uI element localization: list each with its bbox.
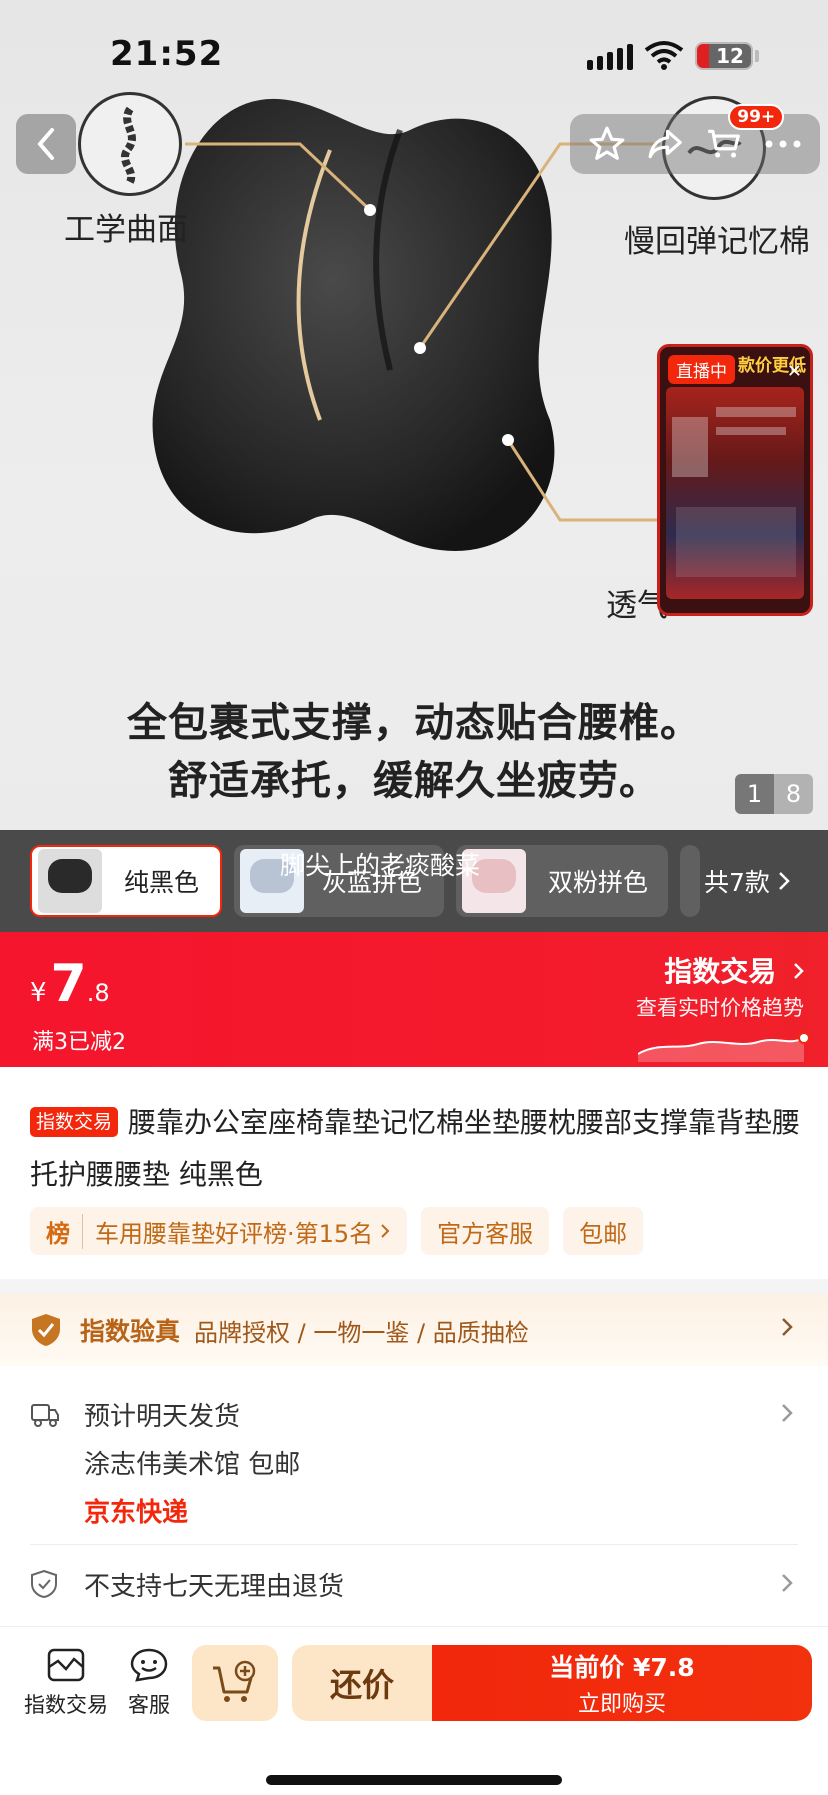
battery-level: 12 <box>709 44 751 68</box>
ranking-chip[interactable]: 榜 车用腰靠垫好评榜·第15名 <box>30 1207 408 1255</box>
chevron-right-icon[interactable] <box>780 1402 794 1424</box>
more-icon <box>765 140 801 148</box>
pager-current: 1 <box>735 774 774 814</box>
live-comment-overlay: 脚尖上的老痰酸菜 <box>280 851 481 880</box>
index-trade-link[interactable]: 指数交易 <box>664 950 806 990</box>
free-shipping-chip[interactable]: 包邮 <box>563 1207 644 1255</box>
index-trade-subtitle: 查看实时价格趋势 <box>636 996 804 1020</box>
chat-face-icon <box>130 1648 168 1682</box>
share-button[interactable] <box>642 120 690 168</box>
cart-button[interactable]: 99+ <box>700 104 785 168</box>
feature-label-left: 工学曲面 <box>64 212 188 248</box>
shipping-info: 预计明天发货 涂志伟美术馆 包邮 京东快递 不支持七天无理由退货 <box>0 1366 828 1626</box>
index-trade-tab-label: 指数交易 <box>24 1693 108 1717</box>
share-icon <box>648 129 682 159</box>
chevron-right-icon[interactable] <box>780 1572 794 1594</box>
cart-icon <box>708 129 741 158</box>
product-title: 指数交易 腰靠办公室座椅靠垫记忆棉坐垫腰枕腰部支撑靠背垫腰托护腰腰垫 纯黑色 <box>30 1097 810 1201</box>
index-trade-tag: 指数交易 <box>30 1107 119 1137</box>
bargain-button[interactable]: 还价 <box>292 1645 432 1721</box>
live-tag: 直播中 <box>668 355 735 384</box>
ranking-icon: 榜 <box>46 1213 83 1249</box>
authenticity-desc: 品牌授权 / 一物一鉴 / 品质抽检 <box>194 1318 529 1347</box>
variant-option-more[interactable] <box>680 845 700 917</box>
chevron-right-icon <box>381 1224 390 1238</box>
battery-icon: 12 <box>695 42 753 70</box>
product-title-text: 腰靠办公室座椅靠垫记忆棉坐垫腰枕腰部支撑靠背垫腰托护腰腰垫 纯黑色 <box>30 1106 801 1191</box>
ranking-text: 车用腰靠垫好评榜·第15名 <box>95 1219 374 1248</box>
customer-service-tab[interactable]: 客服 <box>128 1647 170 1719</box>
headline-line-2: 舒适承托，缓解久坐疲劳。 <box>168 758 660 804</box>
buy-now-button[interactable]: 当前价 ¥7.8 立即购买 <box>432 1645 812 1721</box>
chevron-right-icon <box>779 872 790 890</box>
storefront-icon <box>47 1648 85 1682</box>
product-detail-page: 工学曲面 慢回弹记忆棉 透气 全包裹式支撑，动态贴合腰椎。 舒适承托，缓解久坐疲… <box>0 0 828 1795</box>
index-trade-tab[interactable]: 指数交易 <box>24 1647 108 1719</box>
variant-count-button[interactable]: 共7款 <box>704 845 792 917</box>
shipping-origin: 涂志伟美术馆 包邮 <box>84 1450 301 1480</box>
more-button[interactable] <box>759 120 807 168</box>
wifi-icon <box>644 41 684 70</box>
price-decimal: .8 <box>86 979 110 1007</box>
variant-label: 纯黑色 <box>124 868 200 897</box>
return-policy[interactable]: 不支持七天无理由退货 <box>84 1566 344 1603</box>
favorite-button[interactable] <box>583 120 631 168</box>
official-service-chip[interactable]: 官方客服 <box>421 1207 550 1255</box>
status-bar: 21:52 12 <box>0 0 828 100</box>
add-to-cart-button[interactable] <box>192 1645 278 1721</box>
authenticity-title: 指数验真 <box>80 1317 181 1346</box>
price-integer: 7 <box>50 954 87 1014</box>
image-pager: 1 8 <box>735 774 813 814</box>
feature-label-right: 慢回弹记忆棉 <box>624 224 810 260</box>
truck-icon <box>31 1404 59 1427</box>
status-time: 21:52 <box>110 34 224 74</box>
live-stream-video <box>666 387 804 599</box>
home-indicator <box>266 1775 562 1785</box>
star-icon <box>589 126 625 160</box>
chevron-right-icon <box>782 1318 793 1336</box>
buy-price-label: 当前价 ¥7.8 <box>549 1653 695 1682</box>
authenticity-bar[interactable]: 指数验真 品牌授权 / 一物一鉴 / 品质抽检 <box>0 1294 828 1366</box>
index-trade-label: 指数交易 <box>664 955 777 988</box>
chevron-left-icon <box>37 128 54 160</box>
price-currency: ¥ <box>30 978 47 1008</box>
add-cart-icon <box>213 1660 256 1702</box>
chevron-right-icon <box>794 963 804 979</box>
cellular-signal-icon <box>587 44 633 70</box>
bottom-action-bar: 指数交易 客服 还价 当前价 ¥7.8 立即购买 <box>0 1626 828 1795</box>
spine-icon <box>78 92 182 196</box>
variant-option-black[interactable]: 纯黑色 <box>30 845 222 917</box>
variant-label: 双粉拼色 <box>548 868 649 897</box>
variant-thumbnail <box>38 849 102 913</box>
price-trend-sparkline <box>638 1032 810 1062</box>
shield-icon <box>31 1569 57 1599</box>
price: ¥ 7 .8 <box>30 954 110 1014</box>
product-chips: 榜 车用腰靠垫好评榜·第15名 官方客服 包邮 <box>30 1207 644 1255</box>
live-stream-window[interactable]: 直播中 款价更低 ✕ <box>657 344 813 616</box>
top-actions: 99+ <box>570 104 820 174</box>
shield-check-icon <box>32 1314 60 1346</box>
product-image-carousel[interactable]: 工学曲面 慢回弹记忆棉 透气 全包裹式支撑，动态贴合腰椎。 舒适承托，缓解久坐疲… <box>0 0 828 830</box>
promo-text: 满3已减2 <box>32 1030 126 1055</box>
back-button[interactable] <box>16 114 76 174</box>
variant-count-label: 共7款 <box>704 868 770 897</box>
pager-total: 8 <box>774 774 813 814</box>
customer-service-tab-label: 客服 <box>128 1693 170 1717</box>
price-banner: ¥ 7 .8 满3已减2 指数交易 查看实时价格趋势 <box>0 932 828 1067</box>
headline-line-1: 全包裹式支撑，动态贴合腰椎。 <box>127 700 701 746</box>
product-title-card: 指数交易 腰靠办公室座椅靠垫记忆棉坐垫腰枕腰部支撑靠背垫腰托护腰腰垫 纯黑色 榜 … <box>0 1067 828 1279</box>
variant-option-double-pink[interactable]: 双粉拼色 <box>456 845 668 917</box>
delivery-estimate: 预计明天发货 <box>84 1402 241 1432</box>
courier-name: 京东快递 <box>84 1498 189 1528</box>
buy-now-label: 立即购买 <box>577 1692 666 1717</box>
close-icon[interactable]: ✕ <box>787 361 802 382</box>
